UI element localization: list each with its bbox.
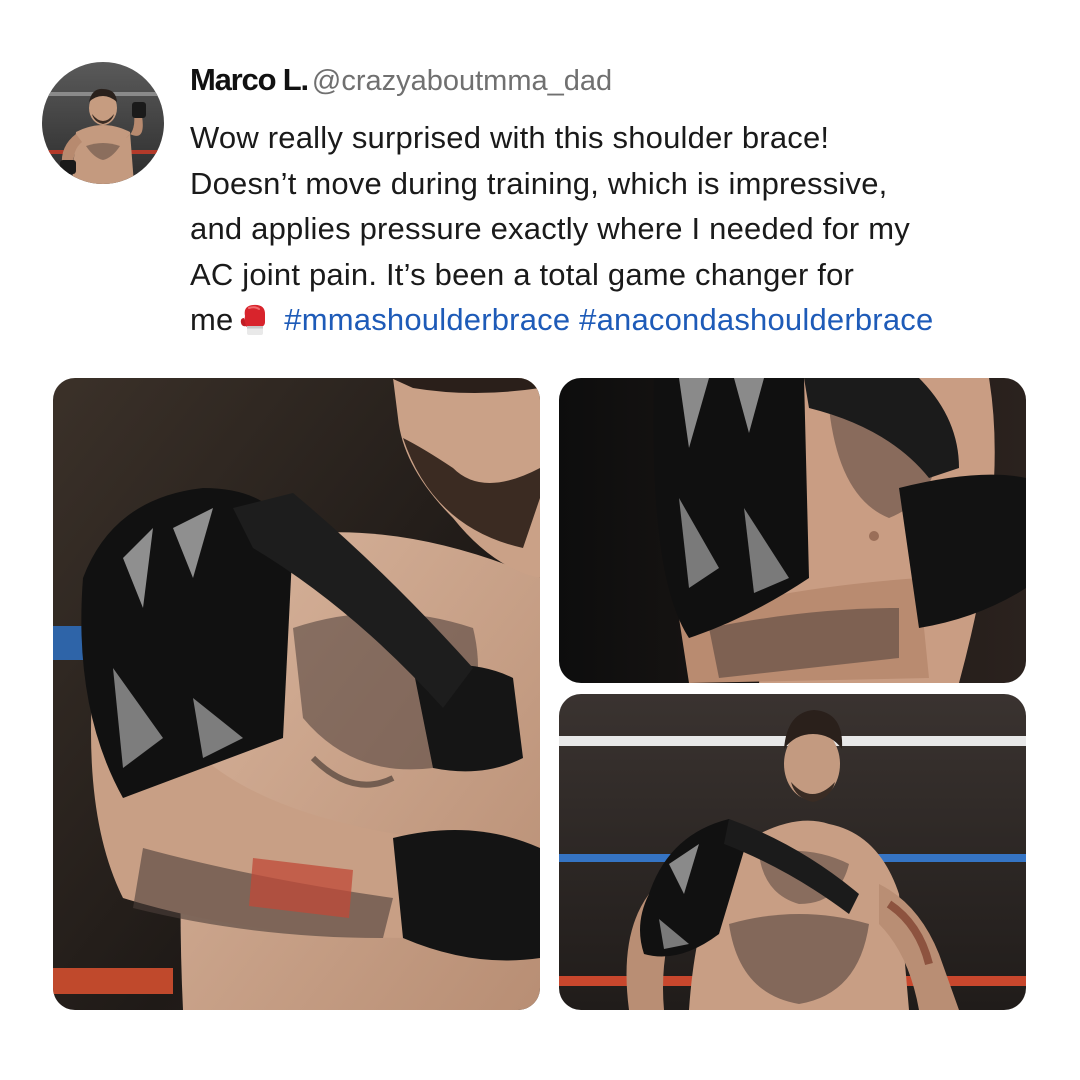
post-text-line: and applies pressure exactly where I nee… xyxy=(190,211,910,246)
post-text-line: Wow really surprised with this shoulder … xyxy=(190,120,830,155)
post-text-last-line: me #mmashoulderbrace #anacondashoulderbr… xyxy=(190,297,1060,343)
photo-main-image xyxy=(53,378,540,1010)
author-avatar[interactable] xyxy=(42,62,164,184)
boxing-glove-icon xyxy=(239,302,269,336)
post-text-line: Doesn’t move during training, which is i… xyxy=(190,165,888,201)
post-header: Marco L. @crazyaboutmma_dad xyxy=(190,62,612,106)
boxer-avatar-image xyxy=(42,62,164,184)
photo-top-right[interactable] xyxy=(559,378,1026,683)
hashtag-link[interactable]: #anacondashoulderbrace xyxy=(579,302,933,337)
photo-bottom-right[interactable] xyxy=(559,694,1026,1010)
photo-top-right-image xyxy=(559,378,1026,683)
post-text: Wow really surprised with this shoulder … xyxy=(190,115,1060,343)
post-text-fragment: me xyxy=(190,302,234,337)
post-text-line: AC joint pain. It’s been a total game ch… xyxy=(190,256,855,292)
photo-bottom-right-image xyxy=(559,694,1026,1010)
hashtag-link[interactable]: #mmashoulderbrace xyxy=(284,302,570,337)
photo-main[interactable] xyxy=(53,378,540,1010)
author-handle[interactable]: @crazyaboutmma_dad xyxy=(312,65,612,98)
author-display-name[interactable]: Marco L. xyxy=(190,62,309,98)
